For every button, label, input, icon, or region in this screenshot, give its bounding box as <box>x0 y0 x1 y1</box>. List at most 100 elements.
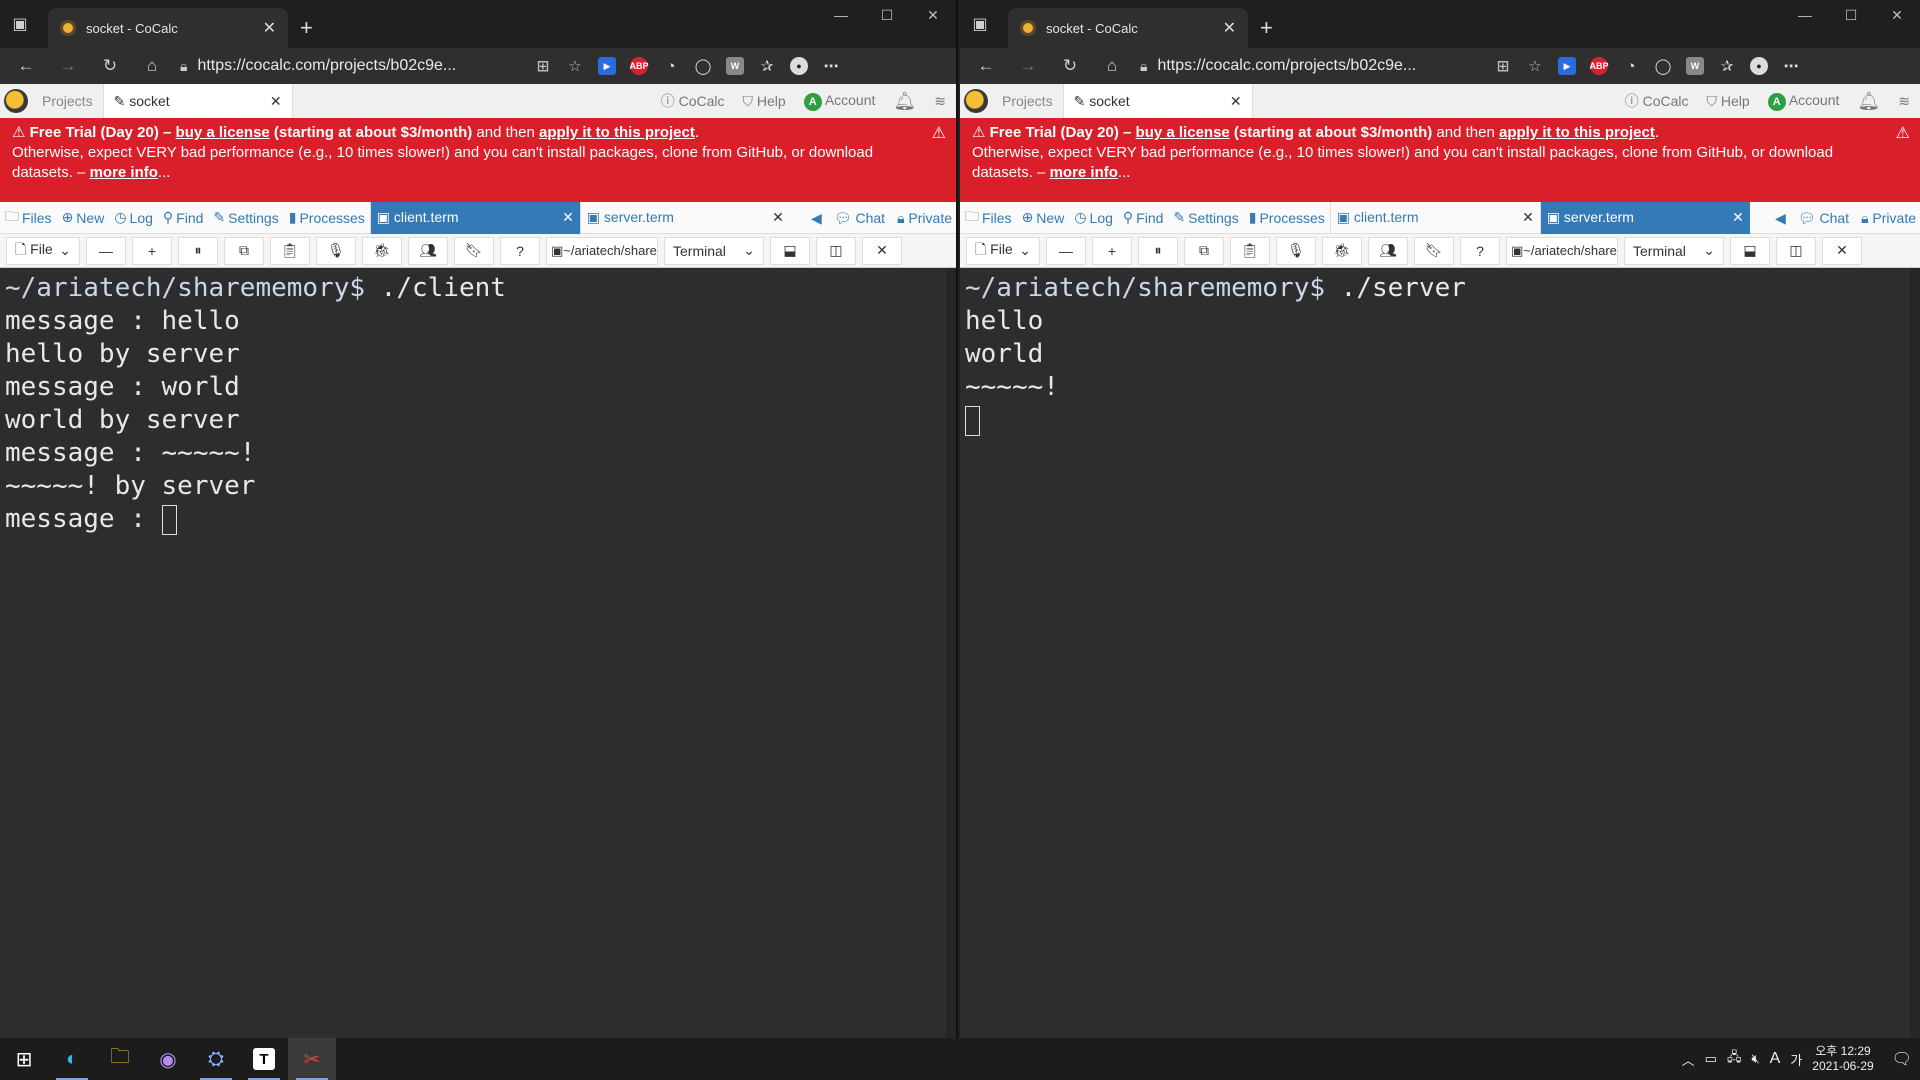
terminal-output[interactable]: ~/ariatech/sharememory$ ./server hello w… <box>960 268 1920 1038</box>
private-button[interactable]: 🔒︎ Private <box>1861 210 1916 227</box>
refresh-icon[interactable]: ↻ <box>1056 56 1084 76</box>
new-tab-icon[interactable]: + <box>300 8 313 48</box>
zoom-extension-icon[interactable]: ▶ <box>1558 57 1576 75</box>
cocalc-logo-icon[interactable] <box>960 85 992 117</box>
maximize-icon[interactable]: ☐ <box>864 0 910 30</box>
remote-app-icon[interactable]: ⛭ <box>192 1038 240 1080</box>
settings-button[interactable]: ✎ Settings <box>1168 202 1243 234</box>
help-icon[interactable]: ? <box>1460 236 1500 265</box>
help-link[interactable]: ⛉ Help <box>743 93 786 110</box>
home-icon[interactable]: ⌂ <box>138 56 166 76</box>
maximize-icon[interactable]: ☐ <box>1828 0 1874 30</box>
new-button[interactable]: ⊕ New <box>1017 202 1070 234</box>
file-explorer-icon[interactable]: 🗀︎ <box>96 1038 144 1080</box>
file-tab-server[interactable]: ▣ server.term ✕ <box>579 201 790 234</box>
reader-mode-icon[interactable]: ⊞ <box>1494 57 1512 75</box>
increase-font-button[interactable]: + <box>1092 236 1132 265</box>
frame-type-select[interactable]: Terminal ⌄ <box>664 236 764 265</box>
close-file-tab-icon[interactable]: ✕ <box>1732 209 1744 226</box>
close-project-icon[interactable]: ✕ <box>270 93 282 110</box>
forward-icon[interactable]: → <box>1014 56 1042 76</box>
file-tab-client[interactable]: ▣ client.term ✕ <box>1329 201 1540 234</box>
minimize-icon[interactable]: — <box>1782 0 1828 30</box>
close-frame-icon[interactable]: ✕ <box>862 236 902 265</box>
edge-icon[interactable]: ◐ <box>48 1038 96 1080</box>
buy-license-link[interactable]: buy a license <box>176 124 270 141</box>
favorite-add-icon[interactable]: ☆ <box>566 57 584 75</box>
files-button[interactable]: 🗀︎ Files <box>0 202 57 234</box>
close-file-tab-icon[interactable]: ✕ <box>1522 209 1534 226</box>
find-button[interactable]: ⚲ Find <box>1118 202 1169 234</box>
split-vertical-icon[interactable]: ◫ <box>1776 236 1816 265</box>
account-link[interactable]: A Account <box>803 92 875 111</box>
private-button[interactable]: 🔒︎ Private <box>897 210 952 227</box>
volume-muted-icon[interactable]: 🔇︎ <box>1751 1051 1759 1067</box>
close-file-tab-icon[interactable]: ✕ <box>562 209 574 226</box>
forward-icon[interactable]: → <box>54 56 82 76</box>
favorites-icon[interactable]: ✰ <box>1718 57 1736 75</box>
network-icon[interactable]: 🖧︎ <box>1727 1048 1742 1070</box>
terminal-output[interactable]: ~/ariatech/sharememory$ ./client message… <box>0 268 956 1038</box>
more-icon[interactable]: ⋯ <box>1782 57 1800 75</box>
more-info-link[interactable]: more info <box>90 164 158 181</box>
bookmark-icon[interactable]: 🔖︎ <box>454 236 494 265</box>
split-horizontal-icon[interactable]: ⬓ <box>1730 236 1770 265</box>
copy-button[interactable]: ⧉ <box>1184 236 1224 265</box>
close-window-icon[interactable]: ✕ <box>910 0 956 30</box>
w-extension-icon[interactable]: W <box>726 57 744 75</box>
buy-license-link[interactable]: buy a license <box>1136 124 1230 141</box>
processes-button[interactable]: ▮ Processes <box>1244 202 1330 234</box>
tab-actions-icon[interactable]: ▣ <box>0 0 40 48</box>
paste-button[interactable]: 📋︎ <box>270 236 310 265</box>
notification-icon[interactable]: 🗨︎ <box>1892 1049 1912 1069</box>
close-project-icon[interactable]: ✕ <box>1230 93 1242 110</box>
circle-extension-icon[interactable]: ◯ <box>694 57 712 75</box>
bell-icon[interactable]: 🔔︎ <box>893 91 916 112</box>
browser-tab[interactable]: socket - CoCalc ✕ <box>1008 8 1248 48</box>
battery-icon[interactable]: ▭ <box>1705 1051 1717 1067</box>
close-window-icon[interactable]: ✕ <box>1874 0 1920 30</box>
split-vertical-icon[interactable]: ◫ <box>816 236 856 265</box>
pause-button[interactable]: ⏸ <box>1138 236 1178 265</box>
profile-icon[interactable]: ● <box>790 57 808 75</box>
find-button[interactable]: ⚲ Find <box>158 202 209 234</box>
reader-mode-icon[interactable]: ⊞ <box>534 57 552 75</box>
collapse-icon[interactable]: ◀ <box>1775 210 1786 227</box>
minimize-icon[interactable]: — <box>818 0 864 30</box>
increase-font-button[interactable]: + <box>132 236 172 265</box>
favorite-add-icon[interactable]: ☆ <box>1526 57 1544 75</box>
project-tab-socket[interactable]: ✎ socket ✕ <box>102 84 293 118</box>
clock[interactable]: 오후 12:29 2021-06-29 <box>1812 1044 1873 1074</box>
projects-tab[interactable]: Projects <box>992 84 1063 118</box>
account-link[interactable]: A Account <box>1767 92 1839 111</box>
copy-button[interactable]: ⧉ <box>224 236 264 265</box>
close-tab-icon[interactable]: ✕ <box>1223 18 1236 38</box>
users-icon[interactable]: 👥︎ <box>408 236 448 265</box>
tab-actions-icon[interactable]: ▣ <box>960 0 1000 48</box>
bookmark-icon[interactable]: 🔖︎ <box>1414 236 1454 265</box>
projects-tab[interactable]: Projects <box>32 84 103 118</box>
close-frame-icon[interactable]: ✕ <box>1822 236 1862 265</box>
typora-icon[interactable]: T <box>240 1038 288 1080</box>
clock-extension-icon[interactable]: ◔ <box>662 57 680 75</box>
cocalc-info-link[interactable]: ⓘ CoCalc <box>661 91 725 111</box>
address-bar[interactable]: 🔒︎ https://cocalc.com/projects/b02c9e... <box>1140 51 1480 81</box>
browser-tab[interactable]: socket - CoCalc ✕ <box>48 8 288 48</box>
new-button[interactable]: ⊕ New <box>57 202 110 234</box>
file-tab-server[interactable]: ▣ server.term ✕ <box>1539 201 1750 234</box>
ime-mode[interactable]: A <box>1770 1050 1781 1068</box>
pause-button[interactable]: ⏸ <box>178 236 218 265</box>
cocalc-logo-icon[interactable] <box>0 85 32 117</box>
start-icon[interactable]: ⊞ <box>0 1038 48 1080</box>
terminal-path[interactable]: ▣ ~/ariatech/share <box>546 236 658 265</box>
help-icon[interactable]: ? <box>500 236 540 265</box>
circle-extension-icon[interactable]: ◯ <box>1654 57 1672 75</box>
home-icon[interactable]: ⌂ <box>1098 56 1126 76</box>
snipping-tool-icon[interactable]: ✂ <box>288 1038 336 1080</box>
chat-button[interactable]: 💬︎ Chat <box>1798 210 1849 227</box>
users-icon[interactable]: 👥︎ <box>1368 236 1408 265</box>
bug-icon[interactable]: 🐞︎ <box>1322 236 1362 265</box>
mic-icon[interactable]: 🎙︎ <box>1276 236 1316 265</box>
log-button[interactable]: ◷ Log <box>109 202 158 234</box>
address-bar[interactable]: 🔒︎ https://cocalc.com/projects/b02c9e... <box>180 51 520 81</box>
